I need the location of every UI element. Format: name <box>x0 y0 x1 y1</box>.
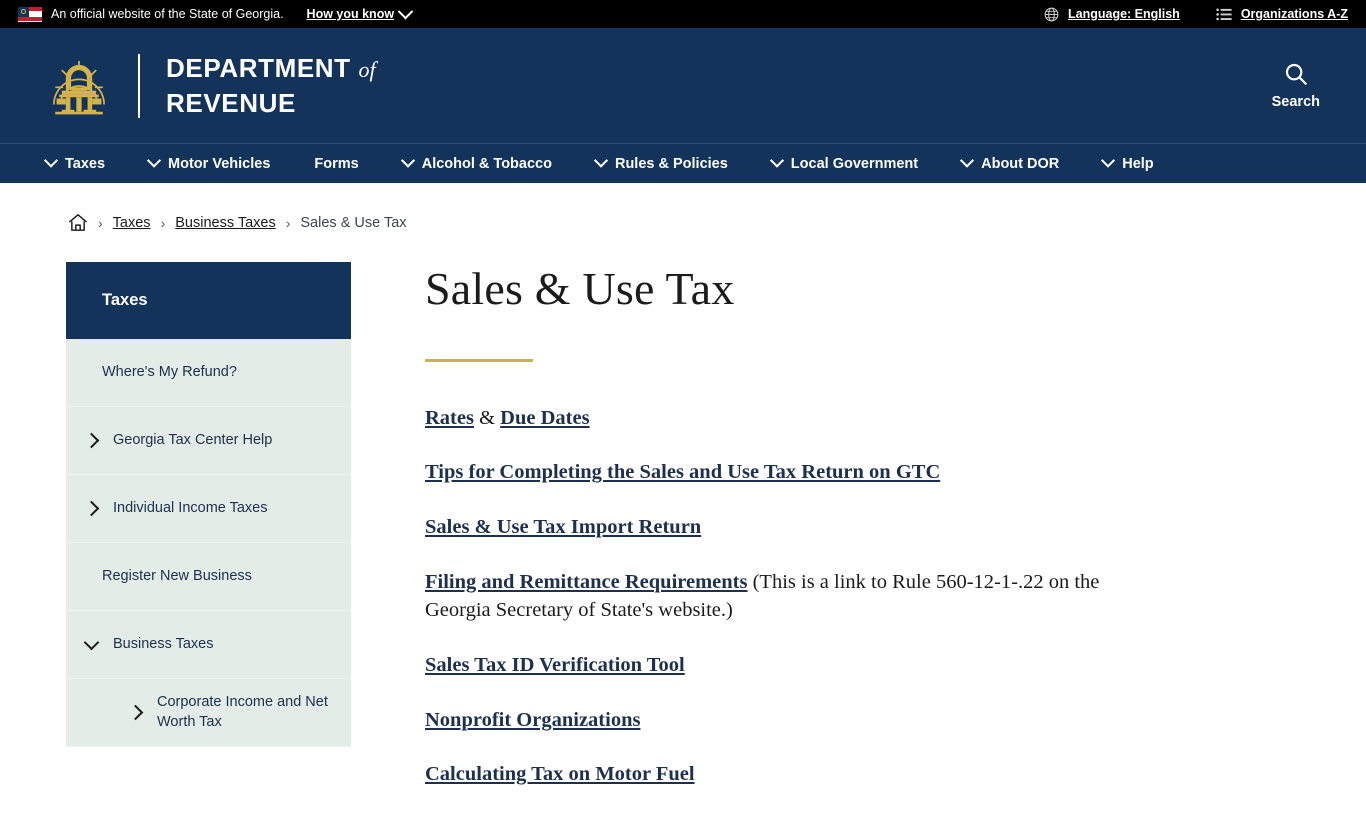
link-row: Rates & Due Dates <box>425 404 1105 433</box>
breadcrumb-separator: › <box>285 214 291 231</box>
brand-divider <box>138 53 140 118</box>
brand-logo-link[interactable]: DEPARTMENT of REVENUE <box>46 51 376 120</box>
globe-icon <box>1044 7 1059 21</box>
main-content: Sales & Use Tax Rates & Due Dates Tips f… <box>425 262 1105 815</box>
link-row: Calculating Tax on Motor Fuel <box>425 760 1105 789</box>
sidebar-item-label: Georgia Tax Center Help <box>113 431 273 448</box>
georgia-arch-emblem-icon <box>53 60 105 114</box>
link-rates[interactable]: Rates <box>425 407 474 429</box>
nav-item-help[interactable]: Help <box>1081 153 1175 172</box>
chevron-down-icon <box>397 3 414 19</box>
sidebar-item-wheres-my-refund[interactable]: Where's My Refund? <box>66 339 351 407</box>
georgia-flag-icon <box>18 6 42 22</box>
search-button[interactable]: Search <box>1272 61 1348 110</box>
link-row: Nonprofit Organizations <box>425 706 1105 735</box>
nav-item-label: Forms <box>314 155 359 172</box>
nav-item-label: Taxes <box>65 155 106 172</box>
organizations-label: Organizations A-Z <box>1240 7 1348 21</box>
breadcrumb-item-current: Sales & Use Tax <box>300 214 407 231</box>
nav-item-label: Help <box>1122 155 1154 172</box>
breadcrumb: › Taxes › Business Taxes › Sales & Use T… <box>0 183 1366 232</box>
home-icon[interactable] <box>68 213 88 232</box>
link-row-text: & <box>473 406 501 429</box>
content-link-list: Rates & Due Dates Tips for Completing th… <box>425 404 1105 790</box>
chevron-down-icon <box>83 634 100 650</box>
chevron-down-icon <box>593 153 609 168</box>
nav-item-forms[interactable]: Forms <box>292 156 380 172</box>
link-row: Sales & Use Tax Import Return <box>425 513 1105 542</box>
page-body: Taxes Where's My Refund? Georgia Tax Cen… <box>0 232 1366 815</box>
title-underline-rule <box>425 358 533 362</box>
chevron-down-icon <box>1101 153 1116 168</box>
how-you-know-label: How you know <box>306 7 395 21</box>
sidebar-item-business-taxes[interactable]: Business Taxes <box>66 611 351 679</box>
site-title-line2: REVENUE <box>166 87 296 118</box>
breadcrumb-separator: › <box>160 214 166 231</box>
official-banner-left: An official website of the State of Geor… <box>18 3 414 22</box>
chevron-right-icon <box>83 432 100 449</box>
link-sales-use-tax-import-return[interactable]: Sales & Use Tax Import Return <box>425 516 701 538</box>
nav-item-label: About DOR <box>981 155 1060 172</box>
chevron-right-icon <box>83 500 100 517</box>
nav-item-label: Motor Vehicles <box>168 155 271 172</box>
nav-item-label: Alcohol & Tobacco <box>421 155 552 172</box>
chevron-down-icon <box>146 153 162 168</box>
link-row: Tips for Completing the Sales and Use Ta… <box>425 458 1105 487</box>
sidebar-item-corporate-income-and-net-worth-tax[interactable]: Corporate Income and Net Worth Tax <box>66 679 351 747</box>
chevron-down-icon <box>400 153 415 168</box>
nav-item-about-dor[interactable]: About DOR <box>940 153 1081 172</box>
chevron-right-icon <box>127 704 144 721</box>
search-icon <box>1285 63 1307 85</box>
sidebar-item-label: Register New Business <box>102 567 252 584</box>
site-title-line1: DEPARTMENT <box>166 53 351 84</box>
sidebar-item-label: Where's My Refund? <box>102 363 237 380</box>
sidebar-heading: Taxes <box>66 262 351 339</box>
official-site-text: An official website of the State of Geor… <box>51 7 284 21</box>
search-button-label: Search <box>1271 94 1320 110</box>
main-navigation: Taxes Motor Vehicles Forms Alcohol & Tob… <box>0 143 1366 183</box>
sidebar-item-label: Business Taxes <box>113 635 214 652</box>
nav-item-rules-policies[interactable]: Rules & Policies <box>574 153 750 172</box>
breadcrumb-separator: › <box>98 214 103 231</box>
link-sales-tax-id-verification-tool[interactable]: Sales Tax ID Verification Tool <box>425 654 685 676</box>
language-label: Language: English <box>1068 7 1180 21</box>
link-due-dates[interactable]: Due Dates <box>500 407 589 429</box>
link-row: Sales Tax ID Verification Tool <box>425 651 1105 680</box>
link-nonprofit-organizations[interactable]: Nonprofit Organizations <box>425 709 640 731</box>
site-header: DEPARTMENT of REVENUE Search <box>0 28 1366 143</box>
link-tips-for-completing-the-sales-and-use-tax-return-on-gtc[interactable]: Tips for Completing the Sales and Use Ta… <box>425 461 940 483</box>
nav-item-local-government[interactable]: Local Government <box>750 153 940 172</box>
language-selector[interactable]: Language: English <box>1044 7 1180 22</box>
link-calculating-tax-on-motor-fuel[interactable]: Calculating Tax on Motor Fuel <box>425 763 695 785</box>
nav-item-taxes[interactable]: Taxes <box>43 153 127 172</box>
link-row: Filing and Remittance Requirements (This… <box>425 568 1105 625</box>
sidebar-item-label: Corporate Income and Net Worth Tax <box>157 693 328 730</box>
site-title-of: of <box>358 57 376 83</box>
sidebar-item-georgia-tax-center-help[interactable]: Georgia Tax Center Help <box>66 407 351 475</box>
nav-item-alcohol-tobacco[interactable]: Alcohol & Tobacco <box>381 153 574 172</box>
organizations-link[interactable]: Organizations A-Z <box>1216 7 1348 21</box>
breadcrumb-item-business-taxes[interactable]: Business Taxes <box>175 215 275 231</box>
nav-item-label: Local Government <box>790 155 919 172</box>
official-banner-right: Language: English Organizations A-Z <box>1044 7 1348 22</box>
nav-item-label: Rules & Policies <box>614 155 728 172</box>
link-filing-and-remittance-requirements[interactable]: Filing and Remittance Requirements <box>425 571 747 593</box>
sidebar: Taxes Where's My Refund? Georgia Tax Cen… <box>66 262 351 747</box>
nav-item-motor-vehicles[interactable]: Motor Vehicles <box>127 153 292 172</box>
breadcrumb-item-taxes[interactable]: Taxes <box>113 215 151 231</box>
chevron-down-icon <box>960 153 975 168</box>
list-icon <box>1216 8 1232 20</box>
sidebar-item-register-new-business[interactable]: Register New Business <box>66 543 351 611</box>
sidebar-item-label: Individual Income Taxes <box>113 499 268 516</box>
page-title: Sales & Use Tax <box>425 263 735 314</box>
how-you-know-toggle[interactable]: How you know <box>306 3 414 21</box>
sidebar-item-individual-income-taxes[interactable]: Individual Income Taxes <box>66 475 351 543</box>
site-title: DEPARTMENT of REVENUE <box>166 51 376 120</box>
chevron-down-icon <box>43 153 59 168</box>
official-site-banner: An official website of the State of Geor… <box>0 0 1366 28</box>
chevron-down-icon <box>769 153 784 168</box>
